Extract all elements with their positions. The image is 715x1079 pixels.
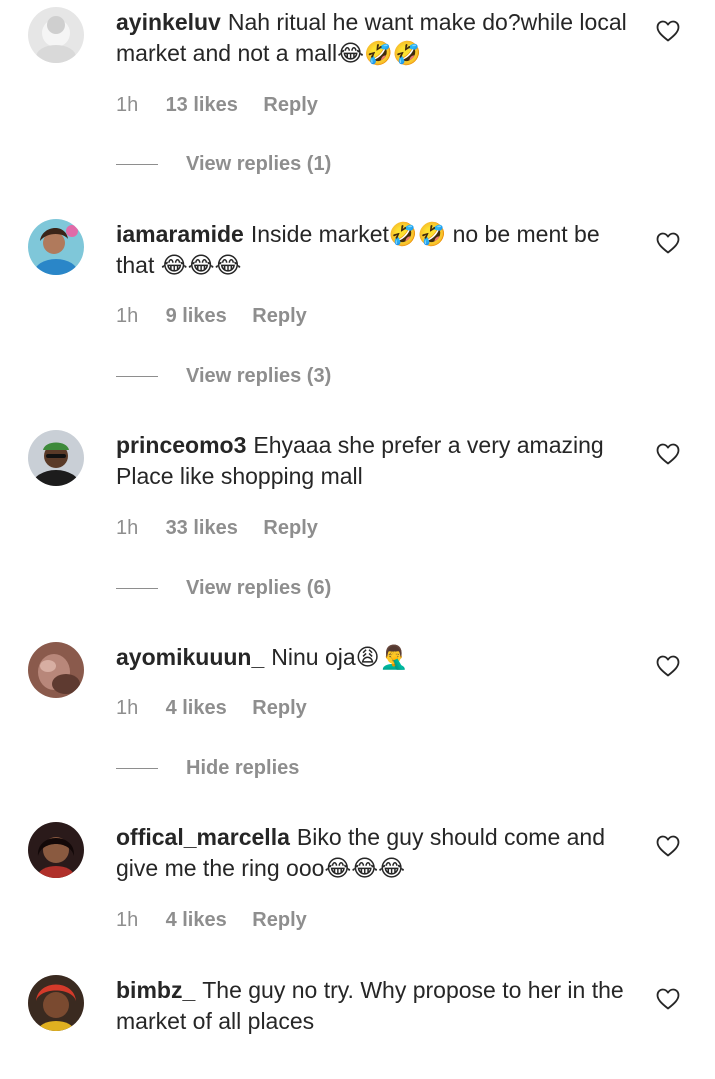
heart-icon[interactable] <box>656 988 680 1010</box>
comment-time: 1h <box>116 94 139 116</box>
comment-likes[interactable]: 33 likes <box>166 517 238 540</box>
hide-replies-label[interactable]: Hide replies <box>186 757 299 780</box>
comment-likes[interactable]: 13 likes <box>166 94 238 117</box>
comments-list: ayinkeluv Nah ritual he want make do?whil… <box>0 0 715 1079</box>
reply-button[interactable]: Reply <box>263 517 317 540</box>
comment-time: 1h <box>116 697 139 719</box>
replies-divider-line <box>116 376 158 377</box>
replies-divider-line <box>116 164 158 165</box>
avatar[interactable] <box>28 219 84 275</box>
comment-username[interactable]: ayomikuuun_ <box>116 644 264 670</box>
avatar[interactable] <box>28 430 84 486</box>
reply-button[interactable]: Reply <box>252 305 306 328</box>
comment-meta: 1h 33 likes Reply <box>116 517 318 540</box>
reply-button[interactable]: Reply <box>263 94 317 117</box>
comment-meta: 1h 13 likes Reply <box>116 94 318 117</box>
comment-body: Ninu oja😩🤦‍♂️ <box>271 644 409 670</box>
comment-username[interactable]: princeomo3 <box>116 432 246 458</box>
replies-divider-line <box>116 588 158 589</box>
comment-text-block: bimbz_ The guy no try. Why propose to her… <box>116 975 636 1037</box>
comment-likes[interactable]: 9 likes <box>166 305 227 328</box>
comment-username[interactable]: iamaramide <box>116 221 244 247</box>
view-replies-label[interactable]: View replies (3) <box>186 365 331 388</box>
comment-username[interactable]: ayinkeluv <box>116 9 221 35</box>
view-replies-label[interactable]: View replies (6) <box>186 577 331 600</box>
heart-icon[interactable] <box>656 835 680 857</box>
reply-button[interactable]: Reply <box>252 697 306 720</box>
comment-text-block: iamaramide Inside market🤣🤣 no be ment be … <box>116 219 636 281</box>
comment-username[interactable]: bimbz_ <box>116 977 195 1003</box>
avatar[interactable] <box>28 642 84 698</box>
comment-text-block: princeomo3 Ehyaaa she prefer a very amazi… <box>116 430 636 492</box>
comment-text-block: ayomikuuun_ Ninu oja😩🤦‍♂️ <box>116 642 636 673</box>
comment-likes[interactable]: 4 likes <box>166 909 227 932</box>
replies-divider-line <box>116 768 158 769</box>
avatar[interactable] <box>28 975 84 1031</box>
comment-username[interactable]: offical_marcella <box>116 824 290 850</box>
heart-icon[interactable] <box>656 20 680 42</box>
avatar[interactable] <box>28 822 84 878</box>
comment-text-block: offical_marcella Biko the guy should come… <box>116 822 636 884</box>
heart-icon[interactable] <box>656 655 680 677</box>
comment-likes[interactable]: 4 likes <box>166 697 227 720</box>
comment-meta: 1h 9 likes Reply <box>116 305 307 328</box>
heart-icon[interactable] <box>656 443 680 465</box>
reply-button[interactable]: Reply <box>252 909 306 932</box>
comment-time: 1h <box>116 517 139 539</box>
view-replies-label[interactable]: View replies (1) <box>186 153 331 176</box>
comment-meta: 1h 4 likes Reply <box>116 909 307 932</box>
comment-time: 1h <box>116 305 139 327</box>
comment-meta: 1h 4 likes Reply <box>116 697 307 720</box>
comment-text-block: ayinkeluv Nah ritual he want make do?whil… <box>116 7 636 69</box>
comment-time: 1h <box>116 909 139 931</box>
heart-icon[interactable] <box>656 232 680 254</box>
avatar[interactable] <box>28 7 84 63</box>
